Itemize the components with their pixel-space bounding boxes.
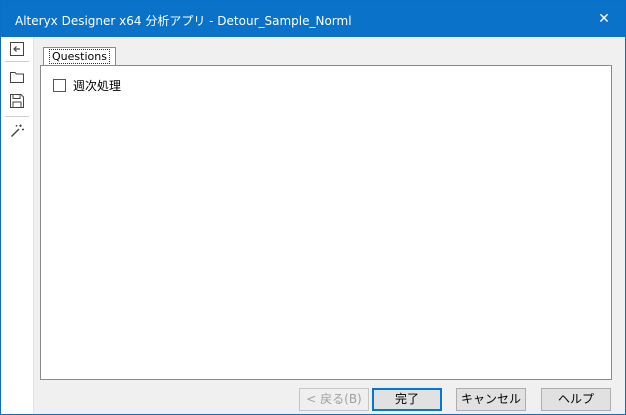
app-window: Alteryx Designer x64 分析アプリ - Detour_Samp…: [0, 0, 626, 415]
tab-questions[interactable]: Questions: [43, 47, 116, 65]
close-icon: ✕: [598, 11, 610, 27]
cancel-button[interactable]: キャンセル: [456, 388, 526, 411]
questions-panel: 週次処理: [40, 65, 612, 380]
magic-wand-icon: [11, 124, 24, 137]
weekly-process-label: 週次処理: [73, 79, 122, 93]
back-nav-button[interactable]: < 戻る(B): [299, 388, 369, 411]
save-icon: [10, 94, 24, 108]
close-button[interactable]: ✕: [591, 7, 617, 31]
tab-questions-label: Questions: [49, 49, 110, 64]
toolbar-separator: [5, 116, 29, 117]
window-title: Alteryx Designer x64 分析アプリ - Detour_Samp…: [15, 14, 352, 28]
side-toolbar: [1, 37, 34, 414]
toolbar-separator: [5, 61, 29, 62]
save-button[interactable]: [8, 92, 26, 110]
help-button[interactable]: ヘルプ: [541, 388, 611, 411]
title-bar[interactable]: Alteryx Designer x64 分析アプリ - Detour_Samp…: [1, 1, 625, 37]
weekly-process-option[interactable]: 週次処理: [53, 77, 121, 94]
magic-wand-button[interactable]: [8, 122, 26, 140]
folder-open-icon: [10, 72, 24, 83]
open-button[interactable]: [8, 68, 26, 86]
weekly-process-checkbox[interactable]: [53, 79, 66, 92]
finish-button[interactable]: 完了: [372, 388, 442, 411]
back-icon: [10, 42, 24, 56]
back-button[interactable]: [8, 40, 26, 58]
